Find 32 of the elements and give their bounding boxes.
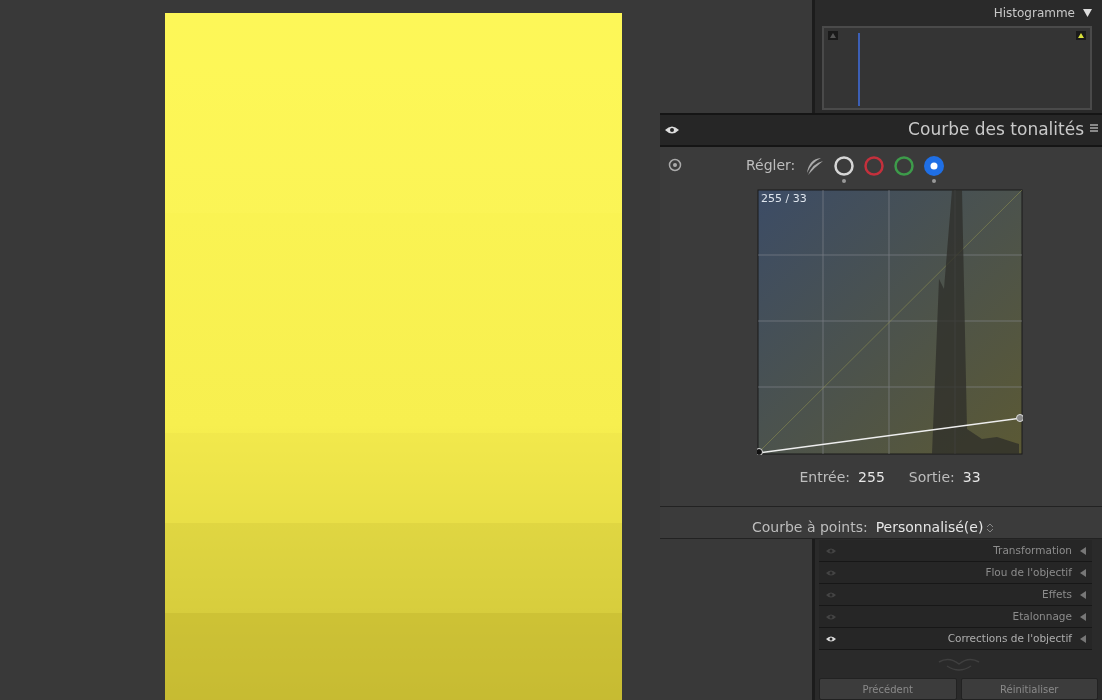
collapse-icon[interactable] (1083, 9, 1092, 17)
panel-button[interactable]: Réinitialiser (960, 678, 1098, 700)
shadow-clipping-icon[interactable] (828, 31, 838, 40)
input-label: Entrée: (799, 468, 851, 487)
eye-icon[interactable] (664, 125, 680, 135)
expand-icon[interactable] (1080, 634, 1086, 643)
stepper-icon[interactable] (987, 522, 994, 533)
highlight-clipping-icon[interactable] (1076, 31, 1086, 40)
channel-icon[interactable] (923, 155, 946, 183)
point-readout: 255 / 33 (761, 191, 807, 207)
curve-graph[interactable] (757, 189, 1023, 455)
panel-row[interactable]: Corrections de l'objectif (819, 628, 1092, 650)
eye-icon[interactable] (825, 634, 837, 643)
point-curve-label: Courbe à points: (752, 518, 868, 537)
expand-icon[interactable] (1080, 568, 1086, 577)
adjust-label: Régler: (746, 155, 796, 175)
panel-row[interactable]: Effets (819, 584, 1092, 606)
point-curve-dropdown[interactable]: Personnalisé(e) (875, 517, 994, 538)
expand-icon[interactable] (1080, 590, 1086, 599)
panel-row[interactable]: Flou de l'objectif (819, 562, 1092, 584)
target-adjust-icon[interactable] (668, 158, 682, 172)
panel-row[interactable]: Transformation (819, 540, 1092, 562)
panel-row[interactable]: Etalonnage (819, 606, 1092, 628)
expand-icon[interactable] (1080, 546, 1086, 555)
output-value: 33 (962, 468, 981, 487)
input-value: 255 (858, 468, 885, 487)
panel-title: Courbe des tonalités (908, 118, 1084, 142)
expand-icon[interactable] (1080, 612, 1086, 621)
panel-button[interactable]: Précédent (819, 678, 957, 700)
output-label: Sortie: (908, 468, 955, 487)
panel-title: Histogramme (993, 5, 1075, 22)
channel-icon[interactable] (833, 155, 856, 183)
